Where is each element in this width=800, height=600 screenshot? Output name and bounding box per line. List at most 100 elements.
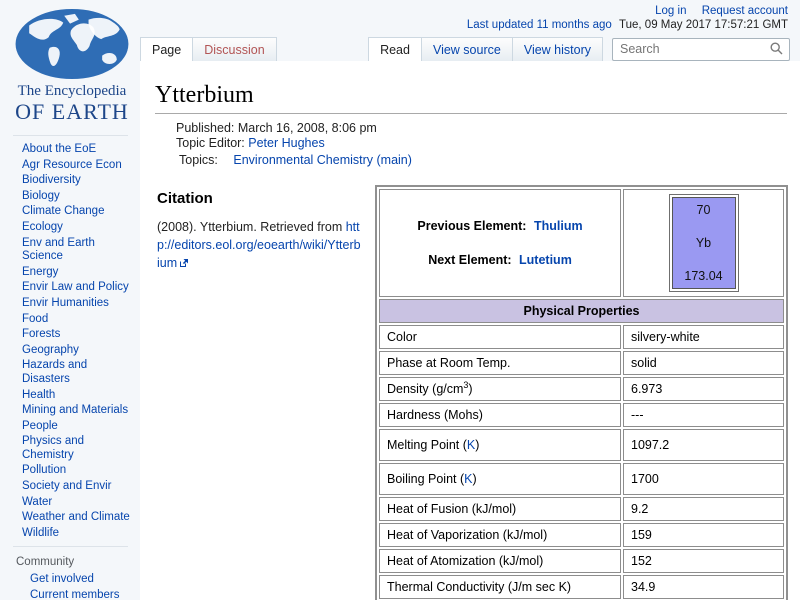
properties-tbody: Previous Element: Thulium Next Element: …: [379, 189, 784, 600]
sidebar-item-forests[interactable]: Forests: [0, 327, 140, 343]
request-account-link[interactable]: Request account: [702, 5, 788, 17]
topic-main-link[interactable]: Environmental Chemistry (main): [233, 153, 412, 167]
sidebar-item-climate-change[interactable]: Climate Change: [0, 204, 140, 220]
previous-element-label: Previous Element:: [417, 219, 526, 233]
sidebar-item-wildlife[interactable]: Wildlife: [0, 526, 140, 542]
property-label: Color: [379, 325, 621, 349]
element-tile: 70 Yb 173.04: [669, 194, 739, 292]
kelvin-link[interactable]: K: [467, 438, 475, 452]
property-label: Phase at Room Temp.: [379, 351, 621, 375]
logo-text-line2: OF EARTH: [5, 99, 139, 125]
topics-line: Topics: Environmental Chemistry (main): [176, 153, 788, 168]
property-row: Phase at Room Temp.solid: [379, 351, 784, 375]
property-label: Hardness (Mohs): [379, 403, 621, 427]
sidebar-item-envir-humanities[interactable]: Envir Humanities: [0, 296, 140, 312]
element-nav-cell: Previous Element: Thulium Next Element: …: [379, 189, 621, 297]
last-updated-link[interactable]: Last updated 11 months ago: [467, 19, 612, 31]
sidebar-item-biodiversity[interactable]: Biodiversity: [0, 173, 140, 189]
element-table-section: Previous Element: Thulium Next Element: …: [375, 185, 788, 600]
property-row: Density (g/cm3)6.973: [379, 377, 784, 401]
search-box: [612, 37, 790, 61]
citation-heading: Citation: [157, 190, 363, 207]
page-title: Ytterbium: [155, 82, 787, 114]
property-row: Heat of Fusion (kJ/mol)9.2: [379, 497, 784, 521]
globe-icon: [13, 8, 131, 80]
topic-editor-link[interactable]: Peter Hughes: [248, 136, 324, 150]
login-link[interactable]: Log in: [655, 5, 686, 17]
properties-table: Previous Element: Thulium Next Element: …: [375, 185, 788, 600]
search-input[interactable]: [612, 38, 790, 61]
sidebar-item-physics-and-chemistry[interactable]: Physics and Chemistry: [0, 434, 140, 463]
property-row: Thermal Conductivity (J/m sec K)34.9: [379, 575, 784, 599]
property-value: 159: [623, 523, 784, 547]
tab-view-history[interactable]: View history: [512, 37, 603, 61]
sidebar-item-geography[interactable]: Geography: [0, 343, 140, 359]
sidebar-item-water[interactable]: Water: [0, 495, 140, 511]
sidebar-item-food[interactable]: Food: [0, 312, 140, 328]
view-tabs: Read View source View history: [368, 37, 790, 61]
sidebar-item-hazards-and-disasters[interactable]: Hazards and Disasters: [0, 358, 140, 387]
property-row: Melting Point (K)1097.2: [379, 429, 784, 461]
page: Log in Request account Last updated 11 m…: [0, 0, 800, 600]
next-element-label: Next Element:: [428, 253, 511, 267]
property-value: 1097.2: [623, 429, 784, 461]
site-logo[interactable]: The Encyclopedia OF EARTH: [5, 8, 139, 125]
tab-view-source[interactable]: View source: [421, 37, 513, 61]
next-element-link[interactable]: Lutetium: [519, 253, 572, 267]
topic-editor-label: Topic Editor:: [176, 136, 245, 150]
property-value: ---: [623, 403, 784, 427]
personal-bar: Log in Request account Last updated 11 m…: [467, 5, 788, 32]
element-tile-cell: 70 Yb 173.04: [623, 189, 784, 297]
element-symbol: Yb: [673, 236, 735, 250]
sidebar-item-biology[interactable]: Biology: [0, 189, 140, 205]
property-value: solid: [623, 351, 784, 375]
property-value: 9.2: [623, 497, 784, 521]
sidebar-item-pollution[interactable]: Pollution: [0, 463, 140, 479]
tab-discussion[interactable]: Discussion: [192, 37, 276, 61]
sidebar-item-envir-law-and-policy[interactable]: Envir Law and Policy: [0, 280, 140, 296]
kelvin-link[interactable]: K: [464, 472, 472, 486]
sidebar-item-about-the-eoe[interactable]: About the EoE: [0, 142, 140, 158]
article-byline: Published: March 16, 2008, 8:06 pm Topic…: [176, 121, 788, 168]
sidebar-item-people[interactable]: People: [0, 419, 140, 435]
sidebar: About the EoEAgr Resource EconBiodiversi…: [0, 135, 140, 600]
property-row: Heat of Vaporization (kJ/mol)159: [379, 523, 784, 547]
tab-page[interactable]: Page: [140, 37, 193, 61]
sidebar-divider: [13, 135, 128, 136]
external-link-icon: [179, 258, 189, 268]
sidebar-item-weather-and-climate[interactable]: Weather and Climate: [0, 510, 140, 526]
topics-label: Topics:: [179, 153, 218, 167]
sidebar-item-env-and-earth-science[interactable]: Env and Earth Science: [0, 236, 140, 265]
property-label: Density (g/cm3): [379, 377, 621, 401]
property-value: 6.973: [623, 377, 784, 401]
sidebar-item-energy[interactable]: Energy: [0, 265, 140, 281]
sidebar-item-health[interactable]: Health: [0, 388, 140, 404]
property-row: Colorsilvery-white: [379, 325, 784, 349]
sidebar-item-ecology[interactable]: Ecology: [0, 220, 140, 236]
sidebar-section-header-community: Community: [0, 553, 140, 572]
property-row: Heat of Atomization (kJ/mol)152: [379, 549, 784, 573]
property-value: 152: [623, 549, 784, 573]
sidebar-item-mining-and-materials[interactable]: Mining and Materials: [0, 403, 140, 419]
namespace-tabs: Page Discussion: [140, 37, 276, 61]
sidebar-item-society-and-envir[interactable]: Society and Envir: [0, 479, 140, 495]
sidebar-item-agr-resource-econ[interactable]: Agr Resource Econ: [0, 158, 140, 174]
logo-text-line1: The Encyclopedia: [5, 83, 139, 100]
tab-read[interactable]: Read: [368, 37, 422, 61]
sidebar-item-get-involved[interactable]: Get involved: [0, 572, 140, 588]
property-label: Boiling Point (K): [379, 463, 621, 495]
properties-header: Physical Properties: [379, 299, 784, 323]
previous-element-link[interactable]: Thulium: [534, 219, 583, 233]
property-row: Hardness (Mohs)---: [379, 403, 784, 427]
article-content: Ytterbium Published: March 16, 2008, 8:0…: [140, 61, 800, 600]
property-value: silvery-white: [623, 325, 784, 349]
element-atomic-mass: 173.04: [673, 269, 735, 283]
citation-section: Citation (2008). Ytterbium. Retrieved fr…: [155, 185, 363, 272]
published-line: Published: March 16, 2008, 8:06 pm: [176, 121, 788, 136]
search-icon[interactable]: [770, 42, 783, 55]
sidebar-item-current-members-and-authors[interactable]: Current members and authors: [0, 588, 140, 600]
property-label: Heat of Atomization (kJ/mol): [379, 549, 621, 573]
element-nav-row: Previous Element: Thulium Next Element: …: [379, 189, 784, 297]
citation-text: (2008). Ytterbium. Retrieved from: [157, 220, 346, 234]
property-label: Heat of Fusion (kJ/mol): [379, 497, 621, 521]
